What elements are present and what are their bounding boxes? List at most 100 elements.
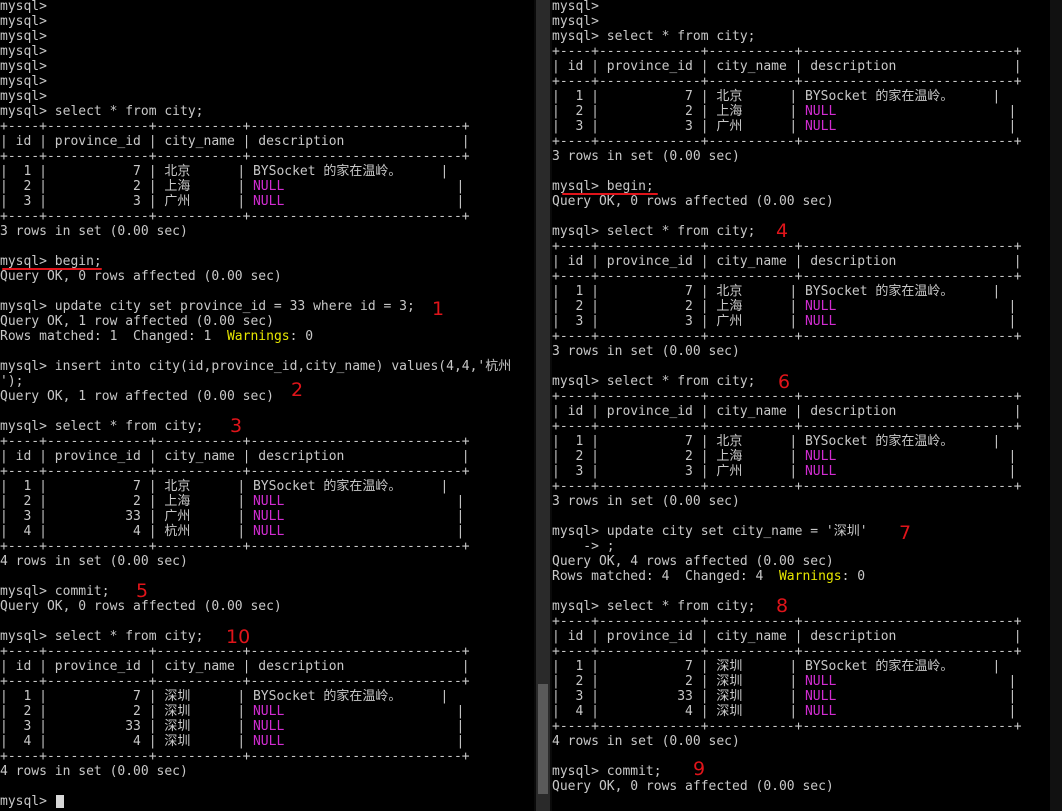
warnings-label: Warnings bbox=[226, 329, 290, 344]
terminal-line: 3 rows in set (0.00 sec) bbox=[552, 344, 740, 359]
terminal-line: +----+-------------+-----------+--------… bbox=[0, 209, 470, 224]
terminal-line: +----+-------------+-----------+--------… bbox=[552, 74, 1022, 89]
line-tail: | bbox=[284, 524, 465, 539]
line-text: mysql> commit; bbox=[552, 764, 662, 779]
line-text: | 3 | 33 | 广州 | bbox=[0, 509, 253, 524]
terminal-line: mysql> bbox=[0, 29, 47, 44]
left-pane-scrollbar-thumb[interactable] bbox=[538, 684, 548, 794]
terminal-line: mysql> select * from city; bbox=[552, 374, 756, 389]
red-underline-mark bbox=[562, 193, 658, 195]
terminal-line: +----+-------------+-----------+--------… bbox=[552, 329, 1022, 344]
terminal-line: +----+-------------+-----------+--------… bbox=[0, 464, 470, 479]
line-text: | 3 | 3 | 广州 | bbox=[552, 119, 805, 134]
terminal-line: mysql> bbox=[0, 74, 47, 89]
line-text: mysql> bbox=[0, 0, 47, 14]
step-annotation-number: 1 bbox=[432, 298, 445, 320]
line-tail: | bbox=[836, 674, 1017, 689]
line-tail: | bbox=[836, 464, 1017, 479]
terminal-line: | 4 | 4 | 深圳 | NULL | bbox=[0, 734, 464, 749]
line-text: mysql> select * from city; bbox=[0, 629, 204, 644]
line-text: | 2 | 2 | 上海 | bbox=[552, 299, 805, 314]
line-tail: | bbox=[284, 734, 465, 749]
line-text: | 1 | 7 | 北京 | BYSocket 的家在温岭。 | bbox=[552, 284, 1001, 299]
line-text: mysql> commit; bbox=[0, 584, 110, 599]
terminal-line: mysql> commit; bbox=[552, 764, 662, 779]
null-value: NULL bbox=[804, 299, 837, 314]
terminal-line: +----+-------------+-----------+--------… bbox=[0, 749, 470, 764]
terminal-line: Query OK, 1 row affected (0.00 sec) bbox=[0, 389, 274, 404]
terminal-line: +----+-------------+-----------+--------… bbox=[552, 479, 1022, 494]
line-text: | 2 | 2 | 上海 | bbox=[0, 494, 253, 509]
terminal-line: | 4 | 4 | 深圳 | NULL | bbox=[552, 704, 1016, 719]
terminal-line: | 2 | 2 | 深圳 | NULL | bbox=[0, 704, 464, 719]
step-annotation-number: 6 bbox=[778, 371, 791, 393]
line-text: Rows matched: 1 Changed: 1 bbox=[0, 329, 227, 344]
line-text: | 4 | 4 | 深圳 | bbox=[552, 704, 805, 719]
null-value: NULL bbox=[804, 314, 837, 329]
terminal-line: | id | province_id | city_name | descrip… bbox=[0, 449, 470, 464]
line-text: | 1 | 7 | 深圳 | BYSocket 的家在温岭。 | bbox=[552, 659, 1001, 674]
line-text: Query OK, 1 row affected (0.00 sec) bbox=[0, 389, 274, 404]
line-text: mysql> bbox=[0, 89, 47, 104]
terminal-line: Query OK, 0 rows affected (0.00 sec) bbox=[552, 779, 834, 794]
line-text: mysql> select * from city; bbox=[0, 104, 204, 119]
line-text: +----+-------------+-----------+--------… bbox=[552, 719, 1022, 734]
terminal-line: mysql> select * from city; bbox=[0, 104, 204, 119]
line-text: +----+-------------+-----------+--------… bbox=[552, 44, 1022, 59]
step-annotation-number: 7 bbox=[899, 522, 912, 544]
line-text: | 1 | 7 | 北京 | BYSocket 的家在温岭。 | bbox=[552, 434, 1001, 449]
terminal-line: mysql> insert into city(id,province_id,c… bbox=[0, 359, 511, 374]
right-terminal-pane[interactable]: mysql> mysql> mysql> select * from city; +-… bbox=[552, 0, 1062, 811]
null-value: NULL bbox=[804, 104, 837, 119]
terminal-line: mysql> bbox=[0, 89, 47, 104]
terminal-line: | 2 | 2 | 上海 | NULL | bbox=[0, 494, 464, 509]
line-text: +----+-------------+-----------+--------… bbox=[0, 119, 470, 134]
line-text: Rows matched: 4 Changed: 4 bbox=[552, 569, 779, 584]
terminal-line: mysql> select * from city; bbox=[552, 599, 756, 614]
terminal-line: | 2 | 2 | 上海 | NULL | bbox=[552, 299, 1016, 314]
line-tail: | bbox=[836, 449, 1017, 464]
line-text: | id | province_id | city_name | descrip… bbox=[552, 59, 1022, 74]
terminal-line: Query OK, 0 rows affected (0.00 sec) bbox=[0, 269, 282, 284]
terminal-line: +----+-------------+-----------+--------… bbox=[552, 269, 1022, 284]
line-text: +----+-------------+-----------+--------… bbox=[552, 329, 1022, 344]
line-text: mysql> insert into city(id,province_id,c… bbox=[0, 359, 512, 374]
step-annotation-number: 5 bbox=[136, 580, 149, 602]
right-pane-scrollbar[interactable] bbox=[1050, 0, 1062, 811]
line-text: mysql> select * from city; bbox=[552, 374, 756, 389]
terminal-line: -> ; bbox=[552, 539, 614, 554]
terminal-line: '); bbox=[0, 374, 23, 389]
terminal-line: | id | province_id | city_name | descrip… bbox=[552, 254, 1022, 269]
line-text: | id | province_id | city_name | descrip… bbox=[0, 659, 470, 674]
terminal-line: | 3 | 33 | 深圳 | NULL | bbox=[0, 719, 464, 734]
line-text: +----+-------------+-----------+--------… bbox=[0, 674, 470, 689]
terminal-line: | id | province_id | city_name | descrip… bbox=[0, 659, 470, 674]
left-terminal-pane[interactable]: mysql> mysql> mysql> mysql> mysql> mysql> mysq… bbox=[0, 0, 534, 811]
null-value: NULL bbox=[804, 674, 837, 689]
line-text: | 4 | 4 | 深圳 | bbox=[0, 734, 253, 749]
terminal-line: | 1 | 7 | 北京 | BYSocket 的家在温岭。 | bbox=[0, 479, 448, 494]
terminal-line: 3 rows in set (0.00 sec) bbox=[0, 224, 188, 239]
null-value: NULL bbox=[804, 119, 837, 134]
terminal-line: | 2 | 2 | 上海 | NULL | bbox=[0, 179, 464, 194]
line-text: | 2 | 2 | 上海 | bbox=[552, 104, 805, 119]
null-value: NULL bbox=[804, 464, 837, 479]
line-text: +----+-------------+-----------+--------… bbox=[552, 269, 1022, 284]
line-text: | 3 | 33 | 深圳 | bbox=[552, 689, 805, 704]
line-text: | id | province_id | city_name | descrip… bbox=[552, 629, 1022, 644]
line-tail: | bbox=[284, 719, 465, 734]
line-text: | 1 | 7 | 北京 | BYSocket 的家在温岭。 | bbox=[552, 89, 1001, 104]
line-text: | 1 | 7 | 北京 | BYSocket 的家在温岭。 | bbox=[0, 479, 449, 494]
line-text: | 4 | 4 | 杭州 | bbox=[0, 524, 253, 539]
null-value: NULL bbox=[252, 494, 285, 509]
terminal-line: | 1 | 7 | 北京 | BYSocket 的家在温岭。 | bbox=[0, 164, 448, 179]
terminal-line: mysql> update city set city_name = '深圳' bbox=[552, 524, 868, 539]
terminal-line: | id | province_id | city_name | descrip… bbox=[0, 134, 470, 149]
line-text: mysql> select * from city; bbox=[0, 419, 204, 434]
line-text: 3 rows in set (0.00 sec) bbox=[552, 344, 740, 359]
terminal-line: mysql> bbox=[0, 794, 55, 809]
terminal-line: Query OK, 0 rows affected (0.00 sec) bbox=[552, 194, 834, 209]
terminal-line: 3 rows in set (0.00 sec) bbox=[552, 149, 740, 164]
null-value: NULL bbox=[252, 509, 285, 524]
terminal-line: | 3 | 33 | 深圳 | NULL | bbox=[552, 689, 1016, 704]
